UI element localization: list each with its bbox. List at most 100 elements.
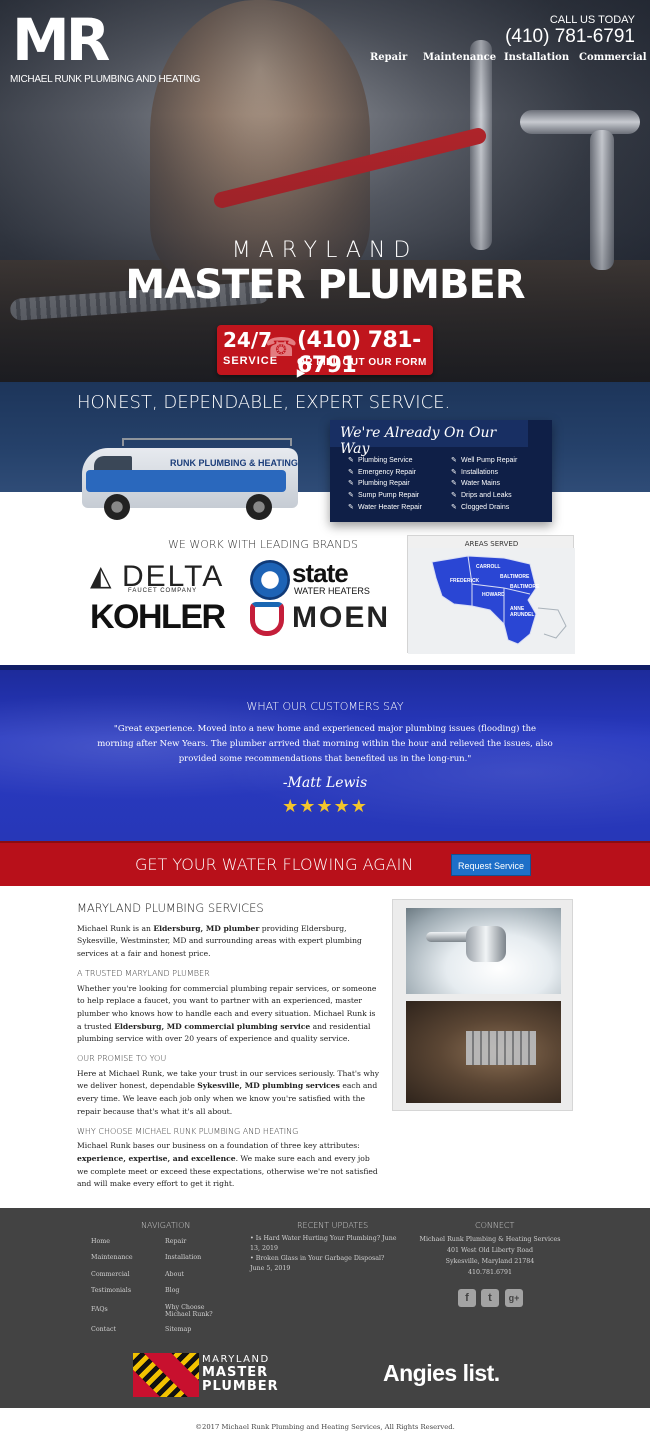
footer-link-repair[interactable]: Repair bbox=[165, 1238, 186, 1245]
footer-link-testimonials[interactable]: Testimonials bbox=[91, 1287, 131, 1294]
hero-title: MASTER PLUMBER bbox=[125, 262, 525, 308]
main-content: MARYLAND PLUMBING SERVICES Michael Runk … bbox=[77, 902, 382, 1191]
footer-address: 401 West Old Liberty Road bbox=[446, 1247, 534, 1254]
tools-photo bbox=[406, 1001, 561, 1103]
list-item[interactable]: ✎ Water Heater Repair bbox=[348, 503, 422, 515]
nav-repair[interactable]: Repair bbox=[370, 52, 407, 63]
footer-connect-heading: CONNECT bbox=[475, 1221, 515, 1230]
wrench-icon: ✎ bbox=[348, 457, 354, 464]
wrench-icon: ✎ bbox=[451, 457, 457, 464]
on-way-title: We're Already On Our Way bbox=[330, 420, 528, 457]
footer-link-blog[interactable]: Blog bbox=[165, 1287, 179, 1294]
list-item[interactable]: ✎ Water Mains bbox=[451, 479, 517, 491]
testimonial-section: WHAT OUR CUSTOMERS SAY "Great experience… bbox=[0, 665, 650, 841]
footer-link-commercial[interactable]: Commercial bbox=[91, 1271, 130, 1278]
delta-logo: ◭ DELTA FAUCET COMPANY bbox=[90, 559, 225, 594]
cta-band: GET YOUR WATER FLOWING AGAIN Request Ser… bbox=[0, 841, 650, 886]
footer-link-faqs[interactable]: FAQs bbox=[91, 1306, 108, 1313]
list-item[interactable]: ✎ Well Pump Repair bbox=[451, 456, 517, 468]
map-label: HOWARD bbox=[482, 592, 505, 598]
areas-heading: AREAS SERVED bbox=[464, 540, 519, 548]
call-label: CALL US TODAY bbox=[549, 14, 635, 26]
facebook-icon[interactable]: f bbox=[458, 1289, 476, 1307]
van-brand: RUNK PLUMBING & HEATING bbox=[170, 458, 298, 468]
list-item[interactable]: ✎ Drips and Leaks bbox=[451, 491, 517, 503]
map-label: CARROLL bbox=[476, 564, 501, 570]
delta-icon: ◭ bbox=[90, 559, 112, 592]
list-item[interactable]: ✎ Clogged Drains bbox=[451, 503, 517, 515]
site-logo[interactable]: MR MICHAEL RUNK PLUMBING AND HEATING bbox=[10, 6, 200, 86]
footer-nav-heading: NAVIGATION bbox=[141, 1221, 191, 1230]
list-item[interactable]: ✎ Emergency Repair bbox=[348, 468, 422, 480]
cta-form: OR FILL OUT OUR FORM ▶ bbox=[297, 357, 427, 379]
twitter-icon[interactable]: t bbox=[481, 1289, 499, 1307]
google-plus-icon[interactable]: g+ bbox=[505, 1289, 523, 1307]
wrench-icon: ✎ bbox=[348, 468, 354, 476]
state-logo: state WATER HEATERS bbox=[250, 558, 395, 602]
content-subheading: OUR PROMISE TO YOU bbox=[77, 1054, 167, 1064]
list-item[interactable]: ✎ Plumbing Service bbox=[348, 456, 422, 468]
request-service-button[interactable]: Request Service bbox=[451, 854, 531, 876]
nav-maintenance[interactable]: Maintenance bbox=[423, 52, 496, 63]
content-subheading: WHY CHOOSE MICHAEL RUNK PLUMBING AND HEA… bbox=[77, 1126, 299, 1136]
testimonial-heading: WHAT OUR CUSTOMERS SAY bbox=[246, 700, 404, 713]
content-title: MARYLAND PLUMBING SERVICES bbox=[77, 901, 264, 915]
footer-link-home[interactable]: Home bbox=[91, 1238, 110, 1245]
kohler-logo: KOHLER bbox=[90, 598, 226, 636]
footer-updates-heading: RECENT UPDATES bbox=[297, 1221, 369, 1230]
list-item[interactable]: ✎ Plumbing Repair bbox=[348, 479, 422, 491]
rating-stars-icon: ★★★★★ bbox=[282, 796, 368, 817]
footer-company-name: Michael Runk Plumbing & Heating Services bbox=[419, 1236, 561, 1243]
logo-tagline: MICHAEL RUNK PLUMBING AND HEATING bbox=[10, 74, 201, 85]
content-subheading: A TRUSTED MARYLAND PLUMBER bbox=[77, 968, 210, 978]
photo-sidebar bbox=[392, 899, 573, 1111]
header-phone-link[interactable]: (410) 781-6791 bbox=[505, 26, 635, 48]
moen-logo: MOEN bbox=[250, 600, 396, 638]
copyright: ©2017 Michael Runk Plumbing and Heating … bbox=[0, 1408, 650, 1432]
footer-update-item[interactable]: • Broken Glass in Your Garbage Disposal?… bbox=[250, 1254, 400, 1273]
footer-city: Sykesville, Maryland 21784 bbox=[445, 1258, 535, 1265]
logo-mark: MR bbox=[12, 6, 110, 74]
hero-cta-button[interactable]: 24/7 SERVICE ☎ (410) 781-6791 OR FILL OU… bbox=[217, 325, 433, 379]
moen-icon bbox=[250, 602, 284, 636]
list-item[interactable]: ✎ Installations bbox=[451, 468, 517, 480]
content-paragraph: Michael Runk is an Eldersburg, MD plumbe… bbox=[77, 923, 362, 959]
services-left: ✎ Plumbing Service ✎ Emergency Repair ✎ Plu… bbox=[348, 456, 422, 514]
map-label: ANNE ARUNDEL bbox=[510, 606, 535, 618]
wrench-icon: ✎ bbox=[348, 492, 354, 500]
footer-link-about[interactable]: About bbox=[165, 1271, 184, 1278]
wrench-icon: ✎ bbox=[451, 480, 457, 488]
honest-heading: HONEST, DEPENDABLE, EXPERT SERVICE. bbox=[77, 392, 451, 413]
testimonial-quote: "Great experience. Moved into a new home… bbox=[97, 724, 553, 764]
cta-band-heading: GET YOUR WATER FLOWING AGAIN bbox=[135, 855, 414, 874]
map-label: FREDERICK bbox=[450, 578, 480, 584]
testimonial-author: -Matt Lewis bbox=[282, 775, 368, 791]
wrench-icon: ✎ bbox=[451, 492, 457, 500]
service-van-image: RUNK PLUMBING & HEATING bbox=[82, 430, 300, 520]
wrench-icon: ✎ bbox=[451, 468, 457, 476]
list-item[interactable]: ✎ Sump Pump Repair bbox=[348, 491, 422, 503]
state-icon bbox=[250, 560, 290, 600]
footer-phone[interactable]: 410.781.6791 bbox=[415, 1269, 565, 1276]
angies-list-logo[interactable]: Angies list. bbox=[383, 1360, 500, 1387]
footer-update-item[interactable]: • Is Hard Water Hurting Your Plumbing? J… bbox=[250, 1234, 400, 1253]
brands-heading: WE WORK WITH LEADING BRANDS bbox=[168, 538, 358, 551]
call-us: CALL US TODAY (410) 781-6791 bbox=[505, 14, 635, 48]
footer-link-sitemap[interactable]: Sitemap bbox=[165, 1326, 191, 1333]
wrench-icon: ✎ bbox=[348, 503, 354, 511]
map-label: BALTIMORE bbox=[510, 584, 540, 590]
services-list-box: We're Already On Our Way ✎ Plumbing Servi… bbox=[330, 420, 552, 522]
phone-icon: ☎ bbox=[265, 333, 298, 363]
footer-link-installation[interactable]: Installation bbox=[165, 1254, 201, 1261]
wrench-icon: ✎ bbox=[348, 480, 354, 488]
nav-commercial[interactable]: Commercial bbox=[579, 52, 647, 63]
faucet-photo bbox=[406, 908, 561, 994]
nav-installation[interactable]: Installation bbox=[504, 52, 569, 63]
footer-link-contact[interactable]: Contact bbox=[91, 1326, 116, 1333]
map-label: BALTIMORE bbox=[500, 574, 530, 580]
maryland-flag-badge bbox=[133, 1353, 199, 1397]
footer-link-maintenance[interactable]: Maintenance bbox=[91, 1254, 133, 1261]
footer-link-why-choose[interactable]: Why Choose Michael Runk? bbox=[165, 1304, 217, 1318]
master-plumber-badge: MARYLAND MASTER PLUMBER bbox=[202, 1354, 279, 1394]
content-paragraph: Whether you're looking for commercial pl… bbox=[77, 983, 377, 1044]
